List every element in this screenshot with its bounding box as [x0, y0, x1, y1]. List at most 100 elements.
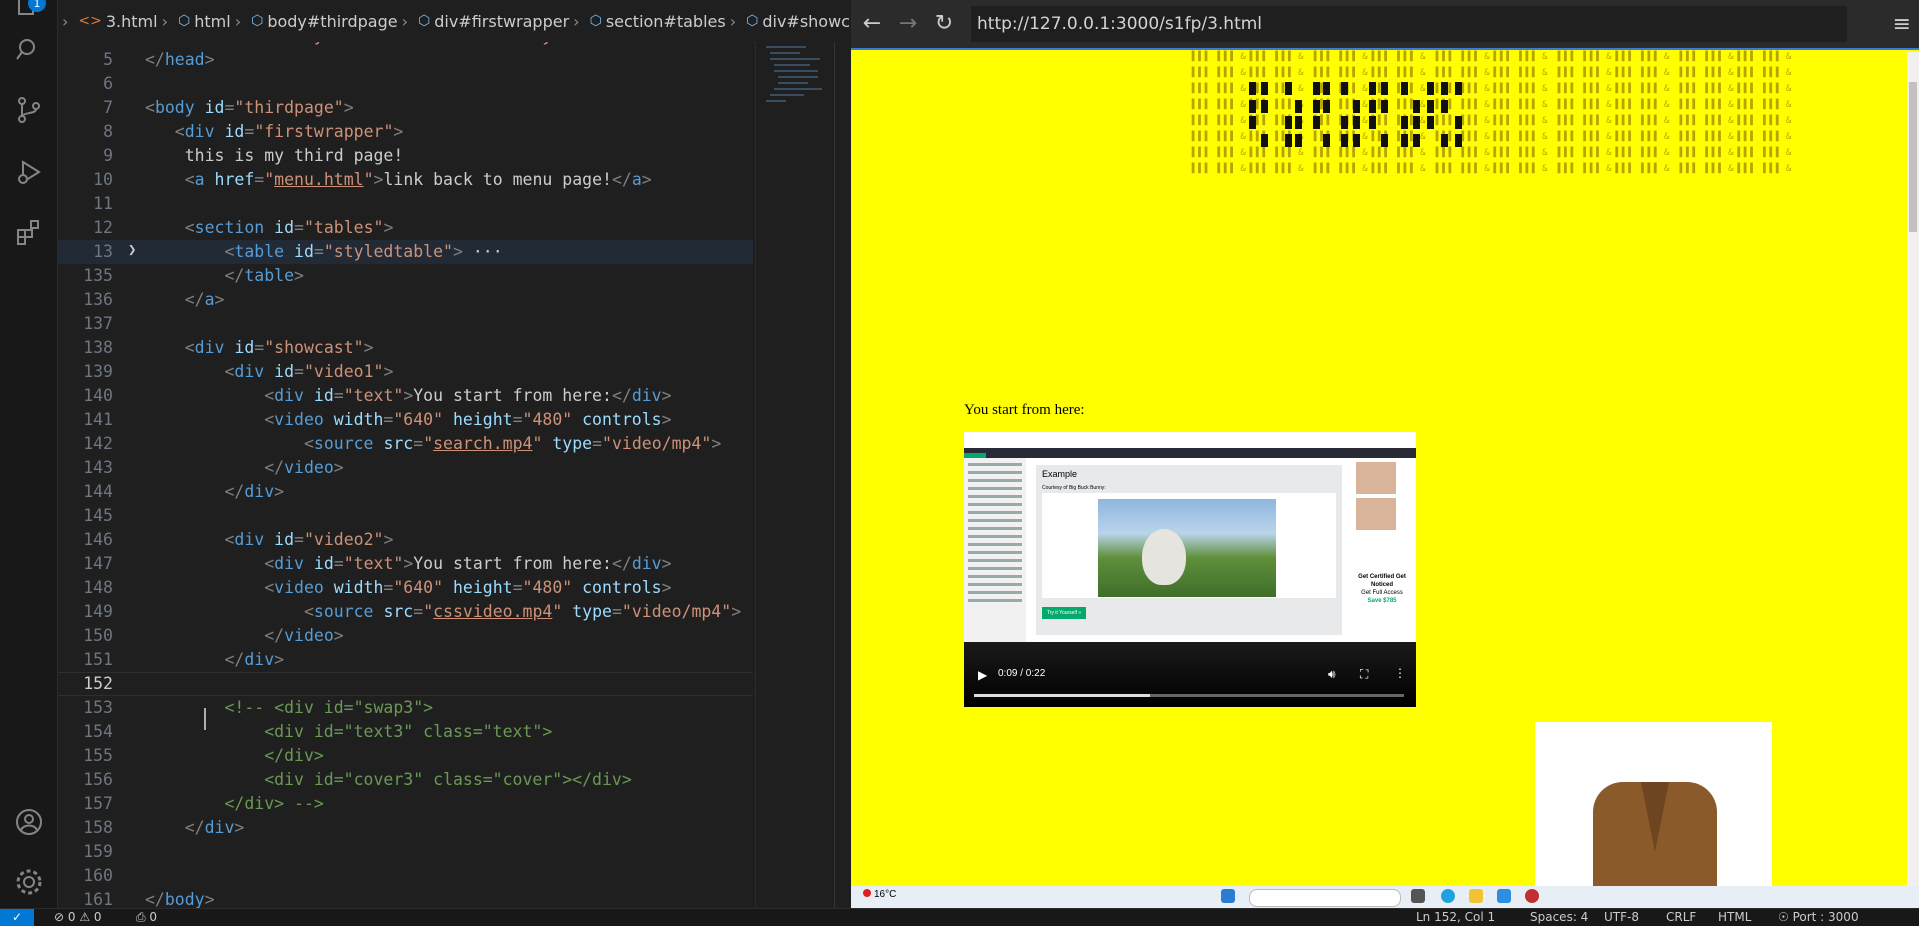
editor-splitter[interactable]: [834, 42, 851, 908]
browser-preview: ← → ↻ http://127.0.0.1:3000/s1fp/3.html …: [851, 0, 1919, 908]
search-icon[interactable]: [13, 34, 45, 66]
code-text: <body id="thirdpage">: [145, 98, 354, 117]
code-line[interactable]: 6: [58, 72, 753, 96]
app-icon[interactable]: [1525, 889, 1539, 903]
code-line[interactable]: 158 </div>: [58, 816, 753, 840]
volume-icon[interactable]: 🔊︎: [1328, 667, 1336, 682]
code-line[interactable]: 144 </div>: [58, 480, 753, 504]
breadcrumb-item-file[interactable]: <> 3.html: [78, 12, 157, 31]
code-line[interactable]: 8 <div id="firstwrapper">: [58, 120, 753, 144]
code-line[interactable]: 136 </a>: [58, 288, 753, 312]
code-line[interactable]: 137: [58, 312, 753, 336]
code-line[interactable]: 145: [58, 504, 753, 528]
back-arrow-icon[interactable]: ←: [859, 11, 885, 37]
encoding[interactable]: UTF-8: [1604, 910, 1639, 924]
video-site-topnav: [964, 432, 1416, 449]
code-line[interactable]: 157 </div> -->: [58, 792, 753, 816]
code-line[interactable]: 11: [58, 192, 753, 216]
code-line[interactable]: 161 </body>: [58, 888, 753, 908]
code-line[interactable]: 13 <table id="styledtable"> ···: [58, 240, 753, 264]
code-line[interactable]: 159: [58, 840, 753, 864]
code-line[interactable]: 141 <video width="640" height="480" cont…: [58, 408, 753, 432]
taskbar-search[interactable]: [1249, 889, 1401, 907]
url-bar[interactable]: http://127.0.0.1:3000/s1fp/3.html: [971, 6, 1847, 42]
line-number: 151: [83, 650, 113, 669]
ports-indicator[interactable]: ⎙ 0: [136, 910, 157, 925]
code-text: <source src="search.mp4" type="video/mp4…: [145, 434, 722, 453]
ascii-art-block: [1313, 82, 1320, 95]
ascii-art-block: [1295, 100, 1302, 113]
code-line[interactable]: 139 <div id="video1">: [58, 360, 753, 384]
settings-gear-icon[interactable]: [13, 866, 45, 898]
vscode-icon[interactable]: [1497, 889, 1511, 903]
code-line[interactable]: 5 </head>: [58, 48, 753, 72]
code-line[interactable]: 155 </div>: [58, 744, 753, 768]
forward-arrow-icon[interactable]: →: [895, 11, 921, 37]
code-line[interactable]: 149 <source src="cssvideo.mp4" type="vid…: [58, 600, 753, 624]
ascii-art-block: [1455, 82, 1462, 95]
code-line[interactable]: 143 </video>: [58, 456, 753, 480]
extensions-icon[interactable]: [13, 216, 45, 248]
line-ending[interactable]: CRLF: [1666, 910, 1696, 924]
code-line[interactable]: 7 <body id="thirdpage">: [58, 96, 753, 120]
folder-icon[interactable]: [1469, 889, 1483, 903]
code-line[interactable]: 10 <a href="menu.html">link back to menu…: [58, 168, 753, 192]
breadcrumb-item-tables[interactable]: ⬡ section#tables: [590, 12, 726, 31]
more-options-icon[interactable]: ⋮: [1394, 666, 1406, 680]
code-line[interactable]: 147 <div id="text">You start from here:<…: [58, 552, 753, 576]
breadcrumb-item-html[interactable]: ⬡ html: [178, 12, 231, 31]
element-icon: ⬡: [417, 13, 431, 29]
code-line[interactable]: 140 <div id="text">You start from here:<…: [58, 384, 753, 408]
breadcrumb-item-showcast[interactable]: ⬡div#showcast: [746, 12, 851, 31]
browser-scrollbar[interactable]: [1907, 52, 1919, 888]
code-text: </a>: [145, 290, 225, 309]
fold-chevron-icon[interactable]: ❯: [128, 242, 136, 258]
code-line[interactable]: 148 <video width="640" height="480" cont…: [58, 576, 753, 600]
remote-icon[interactable]: ✓: [0, 909, 34, 926]
source-control-icon[interactable]: [13, 94, 45, 126]
problems-indicator[interactable]: ⊘ 0 ⚠ 0: [54, 910, 102, 924]
minimap[interactable]: [755, 42, 834, 908]
code-line[interactable]: 138 <div id="showcast">: [58, 336, 753, 360]
indentation[interactable]: Spaces: 4: [1530, 910, 1588, 924]
hamburger-menu-icon[interactable]: ≡: [1893, 12, 1911, 37]
live-server-port[interactable]: ☉ Port : 3000: [1778, 910, 1859, 924]
video-time: 0:09 / 0:22: [998, 668, 1046, 679]
run-debug-icon[interactable]: [13, 156, 45, 188]
breadcrumb-item-body[interactable]: ⬡ body#thirdpage: [251, 12, 397, 31]
code-line[interactable]: 150 </video>: [58, 624, 753, 648]
reload-icon[interactable]: ↻: [931, 11, 957, 37]
scrollbar-thumb[interactable]: [1909, 82, 1917, 232]
line-number: 143: [83, 458, 113, 477]
code-line[interactable]: 153 <!-- <div id="swap3">: [58, 696, 753, 720]
video-player[interactable]: Example Courtesy of Big Buck Bunny: Try …: [964, 432, 1416, 707]
ascii-art-block: [1413, 100, 1420, 113]
code-line[interactable]: 135 </table>: [58, 264, 753, 288]
breadcrumb-label: div#showcast: [762, 11, 851, 31]
windows-start-icon[interactable]: [1221, 889, 1235, 903]
code-line[interactable]: 142 <source src="search.mp4" type="video…: [58, 432, 753, 456]
weather-widget[interactable]: 16°C: [863, 889, 896, 900]
breadcrumb-item-firstwrapper[interactable]: ⬡ div#firstwrapper: [418, 12, 569, 31]
edge-icon[interactable]: [1441, 889, 1455, 903]
play-icon[interactable]: ▶: [978, 668, 987, 682]
breadcrumb-label: section#tables: [605, 11, 726, 31]
ascii-art-block: [1341, 134, 1348, 147]
cursor-position[interactable]: Ln 152, Col 1: [1416, 910, 1495, 924]
code-line[interactable]: 160: [58, 864, 753, 888]
task-view-icon[interactable]: [1411, 889, 1425, 903]
code-line[interactable]: 12 <section id="tables">: [58, 216, 753, 240]
code-line[interactable]: 151 </div>: [58, 648, 753, 672]
ascii-art-block: [1381, 134, 1388, 147]
fullscreen-icon[interactable]: ⛶: [1360, 667, 1368, 682]
code-line[interactable]: 152: [58, 672, 753, 696]
line-number: 161: [83, 890, 113, 908]
code-editor[interactable]: <link rel="stylesheet" href="thirdstyle.…: [58, 42, 753, 908]
language-mode[interactable]: HTML: [1718, 910, 1751, 924]
video-progress-track[interactable]: [974, 694, 1404, 697]
code-line[interactable]: 156 <div id="cover3" class="cover"></div…: [58, 768, 753, 792]
code-line[interactable]: 146 <div id="video2">: [58, 528, 753, 552]
code-line[interactable]: 9 this is my third page!: [58, 144, 753, 168]
account-icon[interactable]: [13, 806, 45, 838]
code-line[interactable]: 154 <div id="text3" class="text">: [58, 720, 753, 744]
